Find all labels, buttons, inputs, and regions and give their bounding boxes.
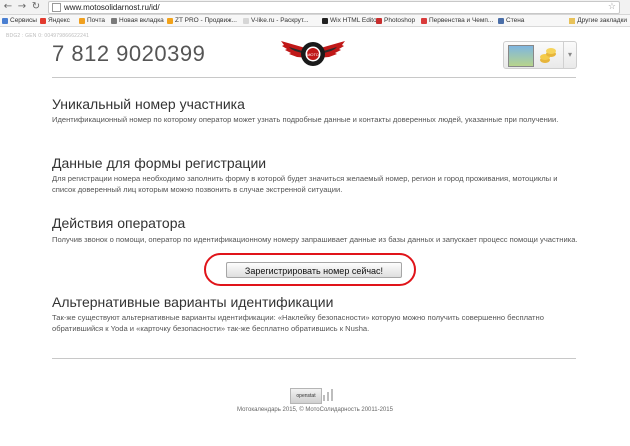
page-icon: [52, 3, 61, 12]
logo-text: МОТО: [307, 52, 319, 57]
section-title-unique-number: Уникальный номер участника: [52, 96, 245, 112]
photoshop-icon: [376, 17, 382, 24]
wix-icon: [322, 17, 328, 24]
motorcycle-photo: [508, 45, 534, 67]
star-icon[interactable]: ☆: [608, 2, 616, 13]
footer-copyright: Мотокалендарь 2015, © МотоСолидарность 2…: [237, 407, 393, 413]
coins-icon: [540, 48, 556, 63]
bookmark-yandex[interactable]: Яндекс: [40, 15, 70, 26]
reload-icon[interactable]: ↻: [31, 1, 41, 12]
apps-icon: [2, 17, 8, 24]
bookmark-wall[interactable]: Стена: [498, 15, 524, 26]
openstat-counter[interactable]: openstat: [290, 388, 322, 404]
section-text-unique-number: Идентификационный номер по которому опер…: [52, 115, 559, 124]
browser-toolbar: ← → ↻ www.motosolidarnost.ru/id/ ☆: [0, 0, 630, 15]
other-bookmarks[interactable]: Другие закладки: [569, 15, 627, 26]
section-text-registration-form: Для регистрации номера необходимо заполн…: [52, 174, 558, 194]
bookmark-services[interactable]: Сервисы: [2, 15, 37, 26]
divider: [52, 358, 576, 359]
divider: [52, 77, 576, 78]
photo-widget[interactable]: ▾: [503, 41, 577, 69]
bookmark-wix[interactable]: Wix HTML Editor: [322, 15, 379, 26]
bookmark-championships[interactable]: Первенства и Чемп...: [421, 15, 493, 26]
section-title-alternatives: Альтернативные варианты идентификации: [52, 294, 334, 310]
back-arrow-icon[interactable]: ←: [3, 1, 13, 12]
section-text-operator-actions: Получив звонок о помощи, оператор по иде…: [52, 235, 578, 244]
forward-arrow-icon[interactable]: →: [17, 1, 27, 12]
folder-icon: [569, 17, 576, 24]
bookmarks-bar: Сервисы Яндекс Почта Новая вкладка ZT PR…: [0, 15, 630, 27]
address-bar[interactable]: www.motosolidarnost.ru/id/ ☆: [48, 1, 620, 14]
register-number-button[interactable]: Зарегистрировать номер сейчас!: [226, 262, 402, 278]
page-icon: [111, 17, 117, 24]
stats-bars-icon: [323, 389, 333, 401]
vlike-icon: [243, 17, 249, 24]
bookmark-vlike[interactable]: V-like.ru - Раскрут...: [243, 15, 309, 26]
section-text-alternatives: Так-же существуют альтернативные вариант…: [52, 313, 544, 333]
bookmark-photoshop[interactable]: Photoshop: [376, 15, 415, 26]
mail-icon: [79, 17, 85, 24]
section-title-operator-actions: Действия оператора: [52, 215, 186, 231]
winged-wheel-logo-icon: МОТО: [281, 41, 345, 66]
bookmark-zt-pro[interactable]: ZT PRO - Продвиж...: [167, 15, 237, 26]
phone-number[interactable]: 7 812 9020399: [52, 41, 205, 67]
yandex-icon: [40, 17, 46, 24]
meta-id: BDG2 : GEN 0: 004979866622241: [6, 33, 90, 39]
url-text: www.motosolidarnost.ru/id/: [64, 3, 160, 12]
vk-icon: [498, 17, 504, 24]
dropdown-arrow-icon[interactable]: ▾: [563, 42, 576, 68]
section-title-registration-form: Данные для формы регистрации: [52, 155, 267, 171]
bookmark-mail[interactable]: Почта: [79, 15, 105, 26]
championship-icon: [421, 17, 427, 24]
site-logo[interactable]: МОТО: [279, 34, 347, 76]
bookmark-new-tab[interactable]: Новая вкладка: [111, 15, 164, 26]
zt-icon: [167, 17, 173, 24]
